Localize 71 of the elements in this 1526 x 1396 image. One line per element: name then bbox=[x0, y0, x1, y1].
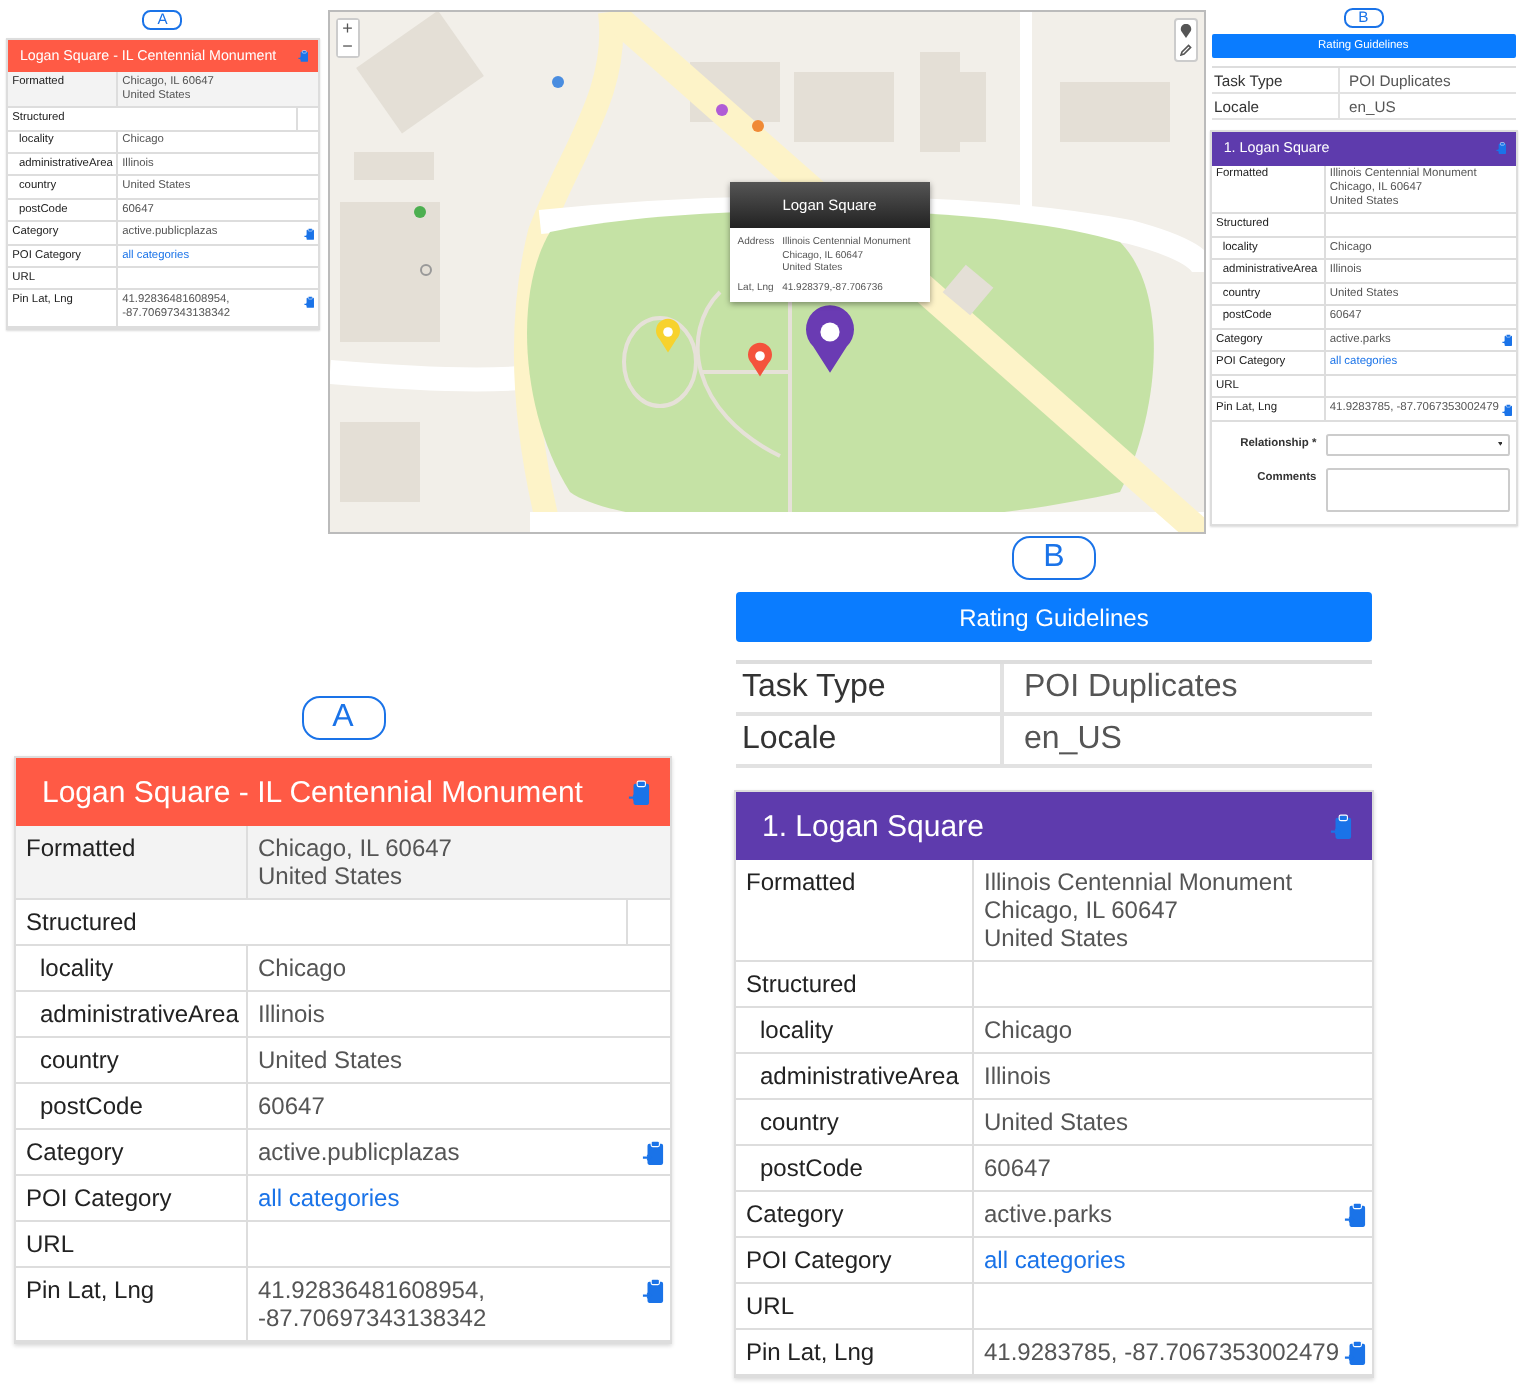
categories-link[interactable]: all categories bbox=[984, 1246, 1126, 1274]
clipboard-icon[interactable] bbox=[304, 227, 315, 240]
field-label: Task Type bbox=[1212, 69, 1285, 93]
field-label: Locale bbox=[740, 720, 839, 760]
zoom-in-button[interactable]: + bbox=[337, 20, 358, 38]
comments-field[interactable] bbox=[1325, 467, 1510, 512]
field-value: Illinois Centennial Monument Chicago, IL 60647 United States bbox=[984, 868, 1293, 952]
clipboard-icon[interactable] bbox=[1495, 142, 1506, 156]
field-value: United States bbox=[258, 1046, 403, 1074]
place-title: Logan Square - IL Centennial Monument bbox=[42, 775, 583, 809]
field-label: POI Category bbox=[736, 1238, 974, 1282]
card-label-tab[interactable]: A bbox=[301, 696, 385, 740]
field-value: active.publicplazas bbox=[258, 1138, 460, 1166]
card-label-tab[interactable]: A bbox=[142, 9, 183, 31]
clipboard-icon[interactable] bbox=[1344, 1202, 1366, 1228]
field-label: administrativeArea bbox=[16, 992, 248, 1036]
field-label: POI Category bbox=[16, 1176, 248, 1220]
field-label: country bbox=[16, 1038, 248, 1082]
map-pin-icon[interactable] bbox=[805, 305, 854, 373]
field-label: Category bbox=[16, 1130, 248, 1174]
field-label: Category bbox=[736, 1192, 974, 1236]
rating-guidelines-button[interactable]: Rating Guidelines bbox=[736, 592, 1372, 642]
field-label: locality bbox=[16, 946, 248, 990]
field-label: Pin Lat, Lng bbox=[16, 1268, 248, 1340]
clipboard-icon[interactable] bbox=[642, 1278, 664, 1304]
field-value: Illinois bbox=[258, 1000, 325, 1028]
field-label: Task Type bbox=[740, 668, 888, 708]
field-value: POI Duplicates bbox=[1337, 68, 1516, 93]
section-label: Structured bbox=[736, 962, 974, 1006]
field-label: administrativeArea bbox=[736, 1054, 974, 1098]
clipboard-icon[interactable] bbox=[642, 1140, 664, 1166]
field-value: Chicago bbox=[984, 1016, 1073, 1044]
pencil-icon[interactable] bbox=[1179, 44, 1192, 56]
section-label: Structured bbox=[16, 900, 628, 944]
field-value: Chicago, IL 60647 United States bbox=[258, 834, 452, 890]
field-label: Locale bbox=[1212, 95, 1262, 119]
card-label-tab[interactable]: B bbox=[1343, 7, 1384, 29]
location-pin-icon[interactable] bbox=[1179, 24, 1192, 38]
field-label: postCode bbox=[16, 1084, 248, 1128]
categories-link[interactable]: all categories bbox=[258, 1184, 400, 1212]
clipboard-icon[interactable] bbox=[1501, 334, 1513, 348]
clipboard-icon[interactable] bbox=[1330, 813, 1352, 839]
field-value: 60647 bbox=[984, 1154, 1051, 1182]
card-label-tab[interactable]: B bbox=[1012, 536, 1096, 580]
building-block bbox=[339, 202, 440, 342]
field-label: URL bbox=[16, 1222, 248, 1266]
field-value: 60647 bbox=[258, 1092, 325, 1120]
field-label: country bbox=[736, 1100, 974, 1144]
field-label: URL bbox=[736, 1284, 974, 1328]
field-value: 41.9283785, -87.7067353002479 bbox=[984, 1338, 1340, 1366]
place-title: 1. Logan Square bbox=[762, 809, 984, 843]
field-value: active.parks bbox=[984, 1200, 1113, 1228]
clipboard-icon[interactable] bbox=[304, 295, 315, 308]
caret-icon bbox=[1497, 442, 1502, 447]
clipboard-icon[interactable] bbox=[1501, 403, 1513, 417]
field-label: locality bbox=[736, 1008, 974, 1052]
field-label: postCode bbox=[736, 1146, 974, 1190]
field-value: 41.92836481608954, -87.70697343138342 bbox=[258, 1276, 487, 1332]
map-pin-icon[interactable] bbox=[747, 342, 772, 377]
field-label: Pin Lat, Lng bbox=[736, 1330, 974, 1374]
clipboard-icon[interactable] bbox=[628, 779, 650, 805]
field-label: Formatted bbox=[16, 826, 248, 898]
field-value: United States bbox=[984, 1108, 1129, 1136]
field-value: Chicago bbox=[258, 954, 347, 982]
field-value: en_US bbox=[1000, 716, 1372, 764]
field-label: Formatted bbox=[736, 860, 974, 960]
field-value: en_US bbox=[1337, 94, 1516, 119]
field-value: POI Duplicates bbox=[1000, 664, 1372, 712]
field-value: Illinois bbox=[984, 1062, 1051, 1090]
clipboard-icon[interactable] bbox=[297, 49, 309, 63]
clipboard-icon[interactable] bbox=[1344, 1340, 1366, 1366]
